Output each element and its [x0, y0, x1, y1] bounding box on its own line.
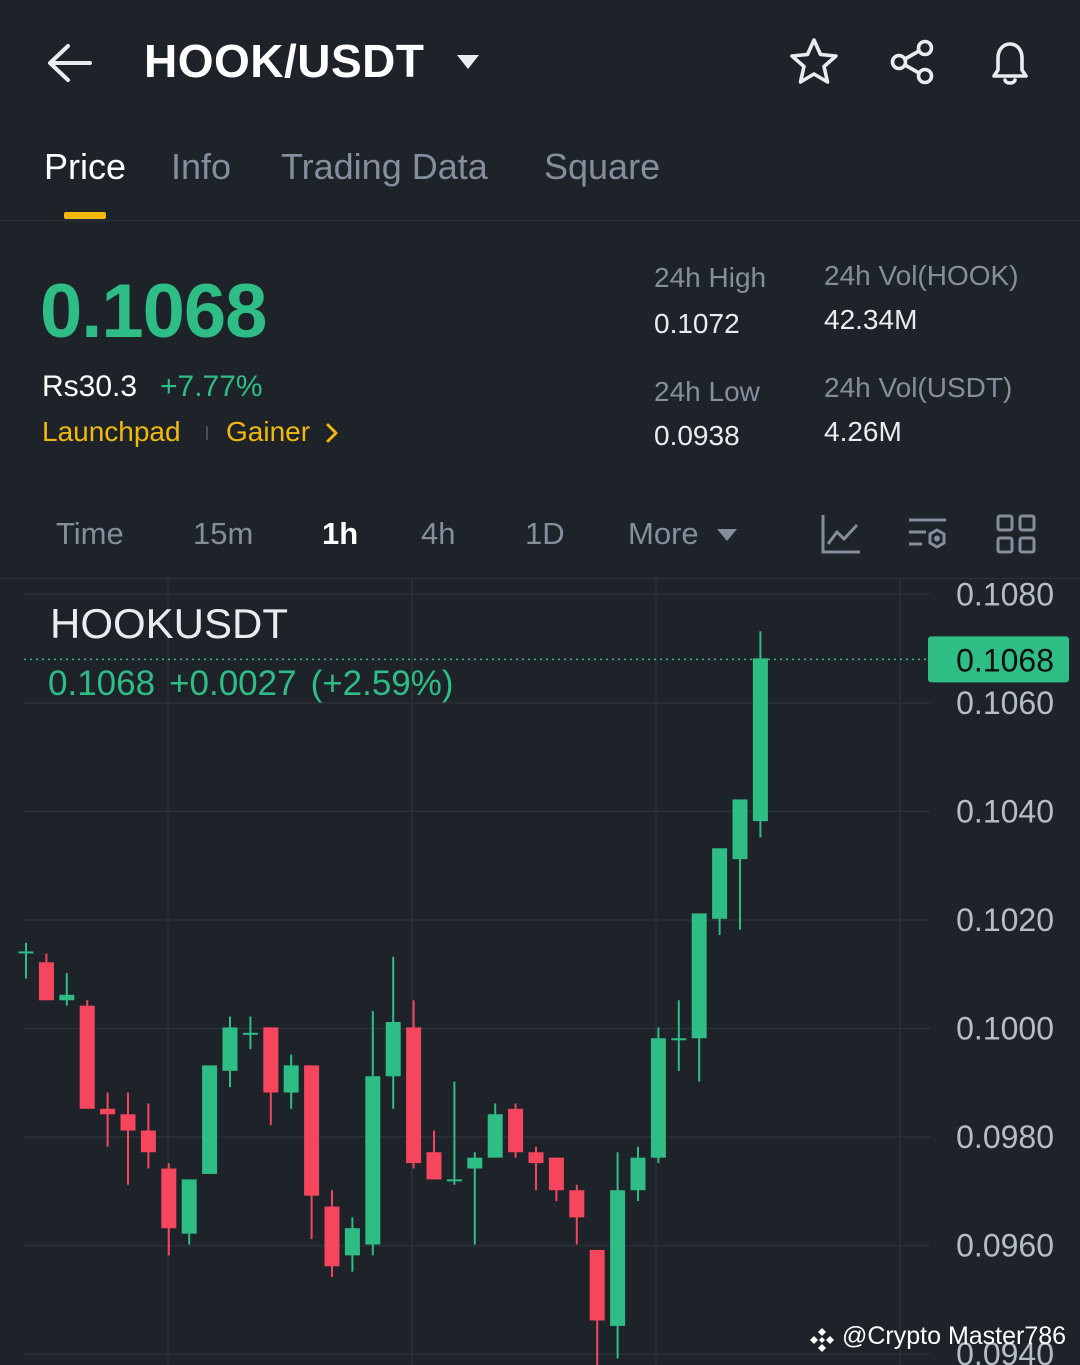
candle-body [263, 1027, 279, 1093]
interval-4h[interactable]: 4h [421, 516, 455, 552]
binance-logo-icon [810, 1328, 834, 1352]
last-price: 0.1068 [40, 269, 267, 354]
candle-body [691, 913, 707, 1039]
candle-body [446, 1179, 462, 1182]
vol-quote-value: 4.26M [824, 416, 902, 447]
low-label: 24h Low [654, 376, 760, 407]
chart-symbol: HOOKUSDT [50, 600, 289, 647]
candle-body [406, 1027, 422, 1164]
candle-body [100, 1108, 116, 1115]
bell-icon[interactable] [984, 36, 1036, 88]
tab-trading-data[interactable]: Trading Data [281, 146, 488, 188]
candle-body [79, 1005, 95, 1109]
y-axis-tick-label: 0.1000 [956, 1010, 1054, 1046]
candle-body [589, 1249, 605, 1321]
low-value: 0.0938 [654, 420, 740, 451]
vol-base-value: 42.34M [824, 304, 918, 335]
watermark: @Crypto Master786 [842, 1322, 1067, 1350]
interval-1d[interactable]: 1D [525, 516, 565, 552]
vol-quote-label: 24h Vol(USDT) [824, 372, 1013, 403]
candle-body [508, 1108, 524, 1153]
tag-divider [206, 426, 208, 440]
vol-base-label: 24h Vol(HOOK) [824, 260, 1019, 291]
candle-body [344, 1228, 360, 1256]
chart-indicator-icon[interactable] [819, 512, 863, 556]
candle-body [304, 1065, 320, 1196]
candle-body [569, 1190, 585, 1218]
candle-body [283, 1065, 299, 1093]
candle-body [59, 994, 75, 1001]
last-price-badge-label: 0.1068 [956, 642, 1054, 678]
chevron-down-icon[interactable] [716, 528, 738, 542]
y-axis-tick-label: 0.1060 [956, 685, 1054, 721]
candle-body [365, 1076, 381, 1245]
candle-body [202, 1065, 218, 1174]
tab-price[interactable]: Price [44, 146, 126, 188]
legend-close: 0.1068 [48, 664, 156, 703]
y-axis-tick-label: 0.1080 [956, 578, 1054, 612]
candle-body [222, 1027, 238, 1071]
interval-1h[interactable]: 1h [322, 516, 358, 552]
fiat-price: Rs30.3 [42, 370, 138, 403]
legend-change: +0.0027 [169, 664, 297, 703]
candle-body [38, 962, 54, 1001]
candle-body [18, 951, 34, 954]
interval-time[interactable]: Time [56, 516, 124, 552]
candle-body [548, 1157, 564, 1191]
candle-body [120, 1114, 136, 1131]
high-label: 24h High [654, 262, 767, 293]
tab-square[interactable]: Square [544, 146, 660, 188]
candle-body [385, 1021, 401, 1077]
tab-bar: Price Info Trading Data Square [0, 130, 1080, 221]
candle-body [752, 658, 768, 822]
candle-body [650, 1038, 666, 1158]
candle-body [467, 1157, 483, 1169]
y-axis-tick-label: 0.1020 [956, 902, 1054, 938]
change-percent: +7.77% [160, 370, 263, 403]
candle-body [712, 848, 728, 919]
candle-body [140, 1130, 156, 1153]
candle-body [732, 799, 748, 860]
interval-more[interactable]: More [628, 516, 699, 552]
candle-body [161, 1168, 177, 1229]
chevron-down-icon[interactable] [455, 52, 481, 72]
tag-gainer[interactable]: Gainer [226, 416, 310, 448]
y-axis-tick-label: 0.0960 [956, 1228, 1054, 1264]
pair-title[interactable]: HOOK/USDT [144, 34, 425, 88]
interval-bar: Time 15m 1h 4h 1D More [0, 500, 1080, 579]
chevron-right-icon[interactable] [324, 422, 340, 444]
candle-body [528, 1152, 544, 1164]
candle-body [242, 1032, 258, 1035]
chart-settings-icon[interactable] [906, 512, 950, 556]
grid-layout-icon[interactable] [994, 512, 1038, 556]
tag-launchpad[interactable]: Launchpad [42, 416, 181, 448]
legend-change-pct: (+2.59%) [310, 664, 454, 703]
candle-body [487, 1114, 503, 1158]
top-bar: HOOK/USDT [0, 0, 1080, 125]
interval-15m[interactable]: 15m [193, 516, 253, 552]
candle-body [181, 1179, 197, 1234]
high-value: 0.1072 [654, 308, 740, 339]
back-arrow-icon[interactable] [44, 40, 94, 86]
active-tab-indicator [64, 212, 106, 219]
tab-info[interactable]: Info [171, 146, 231, 188]
candle-body [324, 1206, 340, 1267]
y-axis-tick-label: 0.1040 [956, 793, 1054, 829]
candle-body [610, 1190, 626, 1326]
candle-body [630, 1157, 646, 1191]
chart-legend: 0.1068 +0.0027 (+2.59%) [48, 664, 468, 704]
star-icon[interactable] [788, 36, 840, 88]
candle-body [426, 1152, 442, 1180]
candle-body [671, 1038, 687, 1041]
y-axis-tick-label: 0.0980 [956, 1119, 1054, 1155]
share-icon[interactable] [886, 36, 938, 88]
